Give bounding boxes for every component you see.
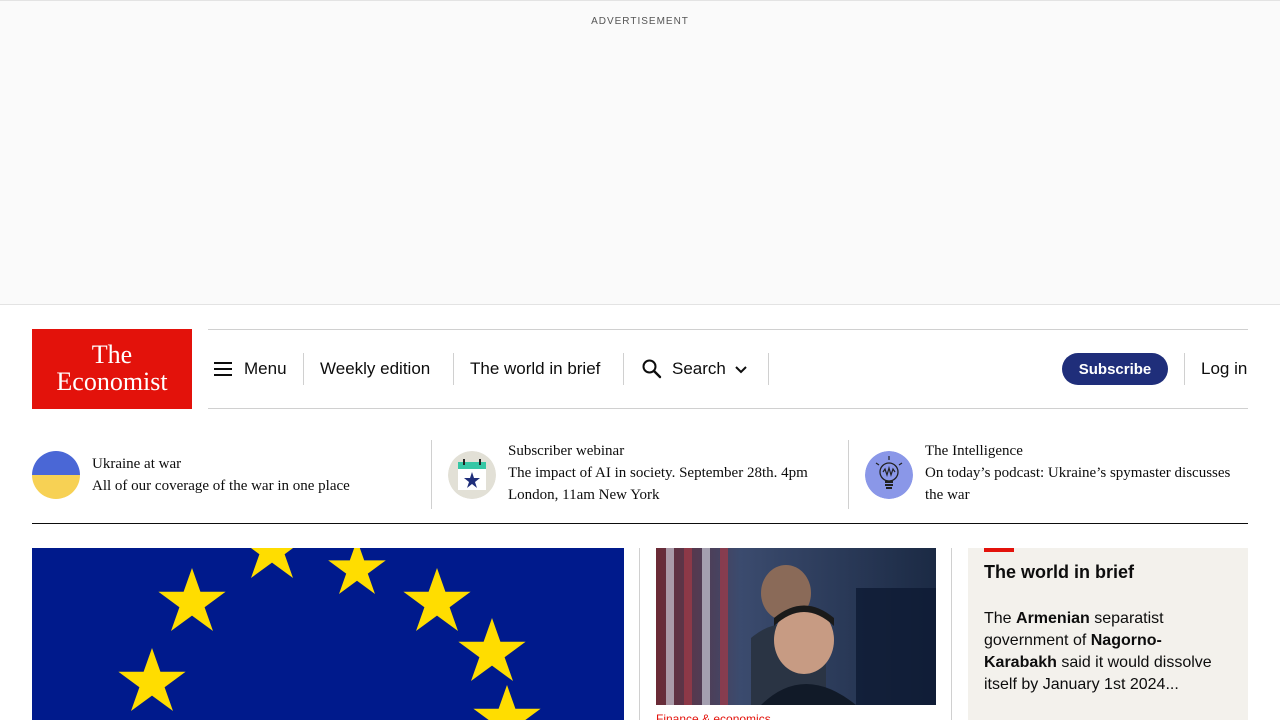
nav-divider [1184, 353, 1185, 385]
strip-description: The impact of AI in society. September 2… [508, 465, 808, 503]
strip-item-intelligence[interactable]: The Intelligence On today’s podcast: Ukr… [865, 440, 1248, 510]
advertisement-area: ADVERTISEMENT [0, 0, 1280, 305]
economist-logo[interactable]: The Economist [32, 329, 192, 409]
brief-accent-bar [984, 548, 1014, 552]
brief-body: The Armenian separatist government of Na… [984, 610, 1212, 693]
chevron-down-icon [735, 366, 747, 374]
advertisement-label: ADVERTISEMENT [591, 16, 689, 27]
logo-line-1: The [91, 340, 133, 369]
column-divider [639, 548, 640, 720]
strip-description: On today’s podcast: Ukraine’s spymaster … [925, 465, 1231, 503]
mid-article-image[interactable] [656, 548, 936, 705]
section-rule [32, 523, 1248, 524]
lightbulb-icon [865, 451, 913, 499]
strip-item-ukraine[interactable]: Ukraine at war All of our coverage of th… [32, 451, 422, 521]
logo-line-2: Economist [56, 367, 168, 396]
strip-title: The Intelligence [925, 443, 1023, 459]
strip-divider [431, 440, 432, 509]
ukraine-flag-icon [32, 451, 80, 499]
strip-divider [848, 440, 849, 509]
nav-divider [768, 353, 769, 385]
menu-label: Menu [244, 359, 287, 378]
eu-flag-icon [32, 548, 624, 720]
main-navigation: Menu Weekly edition The world in brief S… [208, 329, 1248, 409]
nav-divider [303, 353, 304, 385]
article-section-label[interactable]: Finance & economics [656, 712, 771, 720]
trader-photo-icon [656, 548, 936, 705]
subscribe-button[interactable]: Subscribe [1062, 353, 1168, 385]
column-divider [951, 548, 952, 720]
brief-heading[interactable]: The world in brief [984, 562, 1134, 583]
lead-article-image[interactable] [32, 548, 624, 720]
search-icon [642, 359, 662, 379]
search-label: Search [672, 359, 726, 378]
weekly-edition-link[interactable]: Weekly edition [320, 353, 430, 385]
nav-divider [623, 353, 624, 385]
calendar-star-icon [448, 451, 496, 499]
search-button[interactable]: Search [641, 353, 748, 385]
login-link[interactable]: Log in [1201, 353, 1247, 385]
menu-button[interactable]: Menu [214, 353, 287, 385]
strip-title: Ukraine at war [92, 456, 182, 472]
hamburger-icon [214, 362, 232, 376]
world-in-brief-panel[interactable]: The world in brief The Armenian separati… [968, 548, 1248, 720]
strip-description: All of our coverage of the war in one pl… [92, 478, 350, 494]
strip-title: Subscriber webinar [508, 443, 625, 459]
world-in-brief-link[interactable]: The world in brief [470, 353, 600, 385]
nav-divider [453, 353, 454, 385]
strip-item-webinar[interactable]: Subscriber webinar The impact of AI in s… [448, 440, 833, 510]
